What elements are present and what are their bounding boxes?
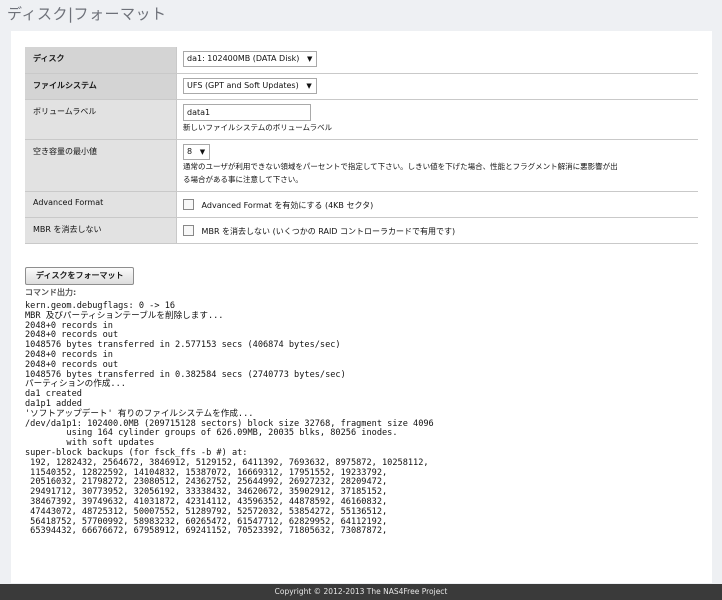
filesystem-label: ファイルシステム (25, 73, 177, 100)
disk-select-value: da1: 102400MB (DATA Disk) (187, 54, 300, 63)
keep-mbr-checkbox-label[interactable]: MBR を消去しない (いくつかの RAID コントローラカードで有用です) (202, 227, 456, 236)
format-disk-button[interactable]: ディスクをフォーマット (25, 267, 135, 285)
min-free-label: 空き容量の最小値 (25, 139, 177, 192)
chevron-down-icon: ▼ (199, 147, 206, 156)
command-output-label: コマンド出力: (25, 288, 77, 297)
volume-label-input[interactable]: data1 (183, 103, 311, 121)
disk-label: ディスク (25, 47, 177, 74)
volume-label-label: ボリュームラベル (25, 99, 177, 140)
advanced-format-checkbox-label[interactable]: Advanced Format を有効にする (4KB セクタ) (202, 201, 374, 210)
min-free-note-2: る場合がある事に注意して下さい。 (183, 174, 303, 184)
chevron-down-icon: ▼ (306, 81, 312, 90)
keep-mbr-label: MBR を消去しない (25, 217, 177, 244)
footer-copyright: Copyright © 2012-2013 The NAS4Free Proje… (0, 584, 722, 600)
min-free-select-value: 8 (187, 146, 193, 156)
page-title: ディスク|フォーマット (7, 5, 167, 23)
advanced-format-checkbox[interactable] (183, 198, 194, 210)
content-area: ディスク da1: 102400MB (DATA Disk) ▼ ファイルシステ… (11, 31, 712, 583)
format-form: ディスク da1: 102400MB (DATA Disk) ▼ ファイルシステ… (25, 47, 698, 244)
keep-mbr-checkbox[interactable] (183, 224, 194, 236)
command-output: kern.geom.debugflags: 0 -> 16 MBR 及びパーティ… (25, 301, 434, 537)
filesystem-select[interactable]: UFS (GPT and Soft Updates) ▼ (183, 77, 317, 94)
disk-select[interactable]: da1: 102400MB (DATA Disk) ▼ (183, 51, 318, 67)
advanced-format-label: Advanced Format (25, 191, 177, 218)
min-free-select[interactable]: 8 ▼ (183, 143, 211, 160)
volume-label-note: 新しいファイルシステムのボリュームラベル (183, 122, 333, 132)
min-free-note-1: 通常のユーザが利用できない領域をパーセントで指定して下さい。しきい値を下げた場合… (183, 161, 618, 171)
filesystem-select-value: UFS (GPT and Soft Updates) (187, 80, 299, 90)
chevron-down-icon: ▼ (306, 55, 313, 63)
